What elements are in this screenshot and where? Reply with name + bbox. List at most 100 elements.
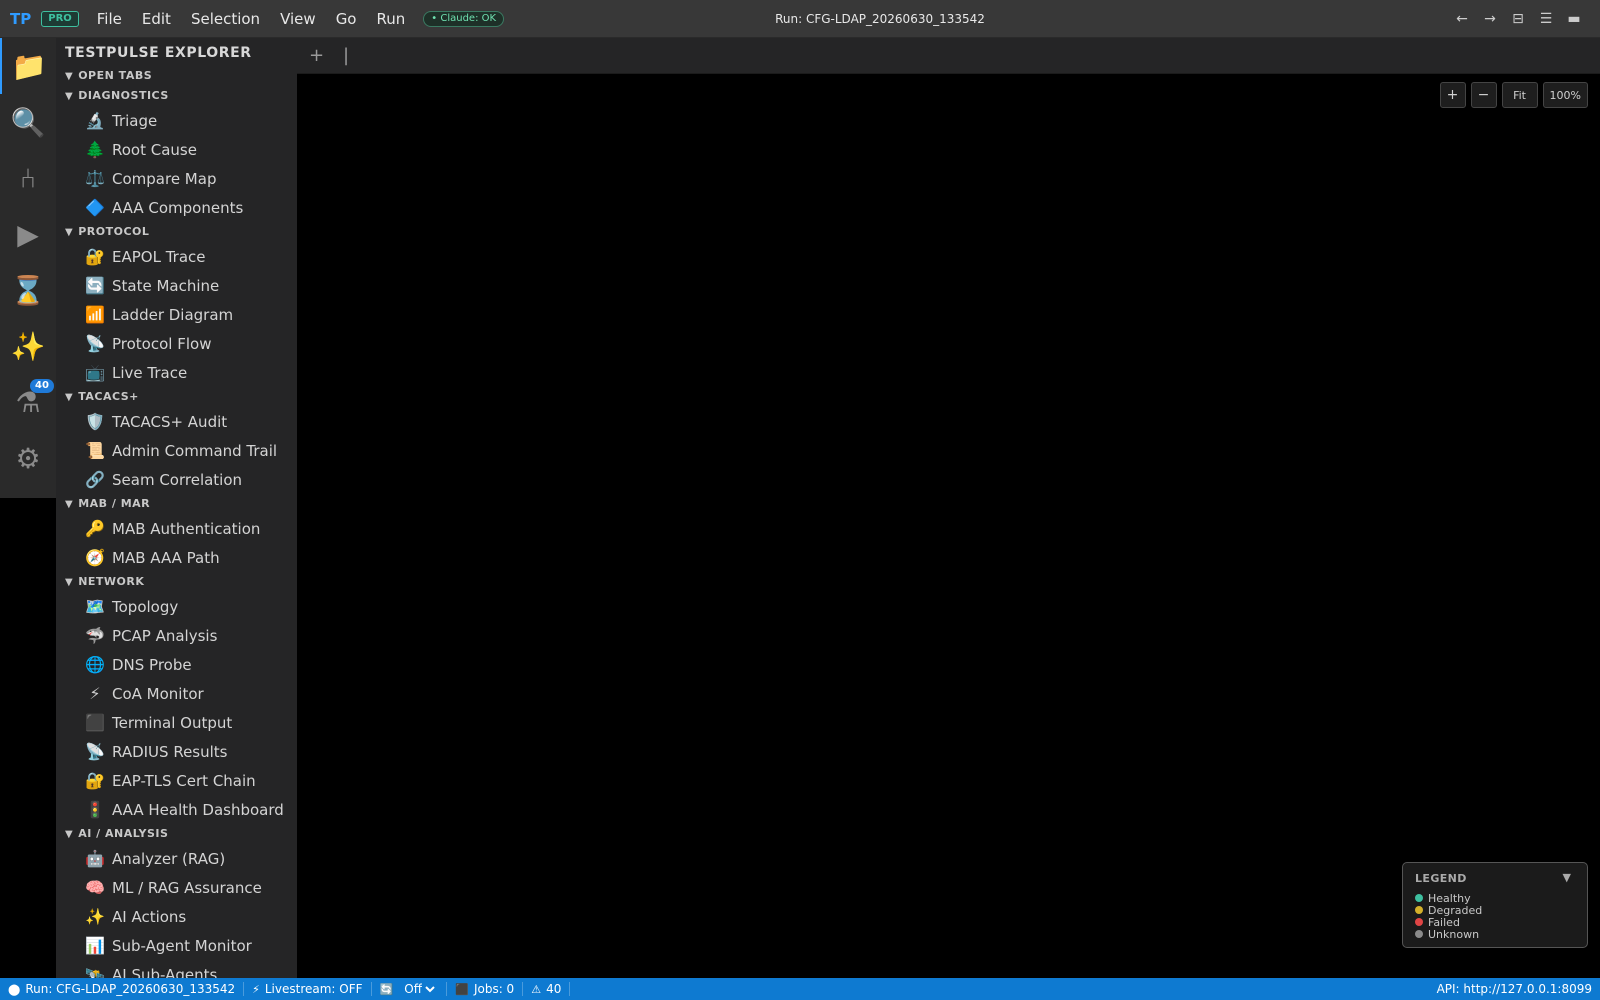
menu-edit[interactable]: Edit xyxy=(132,10,181,28)
sidebar-item-dns-probe[interactable]: 🌐 DNS Probe xyxy=(56,650,297,679)
status-livestream-label: Livestream: OFF xyxy=(264,982,363,996)
sidebar-item-tacacs-audit[interactable]: 🛡️ TACACS+ Audit xyxy=(56,407,297,436)
refresh-interval-select[interactable]: Off xyxy=(400,981,439,997)
menu-run[interactable]: Run xyxy=(367,10,416,28)
sidebar-item-root-cause[interactable]: 🌲 Root Cause xyxy=(56,135,297,164)
jobs-icon: ⬛ xyxy=(455,982,469,996)
legend-collapse-icon[interactable]: ▼ xyxy=(1563,871,1571,884)
section-header-ai-analysis[interactable]: ▼ AI / ANALYSIS xyxy=(56,824,297,844)
sidebar-sections: ▼ OPEN TABS ▼ DIAGNOSTICS 🔬 Triage 🌲 Root Cause… xyxy=(56,66,297,978)
sidebar-item-live-trace[interactable]: 📺 Live Trace xyxy=(56,358,297,387)
caret-down-icon: ▼ xyxy=(65,829,74,840)
status-warnings[interactable]: ⚠ 40 xyxy=(523,982,571,996)
menu-selection[interactable]: Selection xyxy=(181,10,270,28)
status-run[interactable]: ⬤ Run: CFG-LDAP_20260630_133542 xyxy=(0,982,245,996)
zoom-reset-button[interactable]: 100% xyxy=(1542,82,1588,108)
sidebar-item-state-machine[interactable]: 🔄 State Machine xyxy=(56,271,297,300)
topology-icon: 🗺️ xyxy=(85,597,105,616)
sidebar-item-ai-actions[interactable]: ✨ AI Actions xyxy=(56,902,297,931)
pro-badge: PRO xyxy=(41,10,79,27)
split-layout-icon[interactable]: ⊟ xyxy=(1504,11,1532,27)
sidebar-item-ai-sub-agents[interactable]: 🛰️ AI Sub-Agents xyxy=(56,960,297,978)
tacacs-audit-icon: 🛡️ xyxy=(85,412,105,431)
section-title: TACACS+ xyxy=(78,390,139,403)
sidebar-item-radius-results[interactable]: 📡 RADIUS Results xyxy=(56,737,297,766)
status-jobs[interactable]: ⬛ Jobs: 0 xyxy=(447,982,524,996)
sidebar-item-mab-aaa-path[interactable]: 🧭 MAB AAA Path xyxy=(56,543,297,572)
sidebar-item-protocol-flow[interactable]: 📡 Protocol Flow xyxy=(56,329,297,358)
activity-tests[interactable]: ⚗ 40 xyxy=(0,374,56,430)
forward-arrow-icon[interactable]: → xyxy=(1476,11,1504,27)
activity-search[interactable]: 🔍 xyxy=(0,94,56,150)
sidebar-item-coa-monitor[interactable]: ⚡ CoA Monitor xyxy=(56,679,297,708)
activity-source-control[interactable]: ⑃ xyxy=(0,150,56,206)
menu-file[interactable]: File xyxy=(87,10,132,28)
sidebar-item-analyzer-rag[interactable]: 🤖 Analyzer (RAG) xyxy=(56,844,297,873)
activity-explorer[interactable]: 📁 xyxy=(0,38,56,94)
sidebar-item-eap-tls-cert-chain[interactable]: 🔐 EAP-TLS Cert Chain xyxy=(56,766,297,795)
section-header-tacacs[interactable]: ▼ TACACS+ xyxy=(56,387,297,407)
sidebar-item-label: Topology xyxy=(112,597,179,616)
sidebar-item-eapol-trace[interactable]: 🔐 EAPOL Trace xyxy=(56,242,297,271)
sidebar-item-sub-agent-monitor[interactable]: 📊 Sub-Agent Monitor xyxy=(56,931,297,960)
section-title: MAB / MAR xyxy=(78,497,151,510)
sidebar-item-label: Root Cause xyxy=(112,140,197,159)
eapol-trace-icon: 🔐 xyxy=(85,247,105,266)
legend-label: Unknown xyxy=(1428,927,1480,941)
legend-items: Healthy Degraded Failed Unknown xyxy=(1415,892,1575,941)
section-header-open-tabs[interactable]: ▼ OPEN TABS xyxy=(56,66,297,86)
fit-button[interactable]: Fit xyxy=(1501,82,1538,108)
sidebar-item-compare-map[interactable]: ⚖️ Compare Map xyxy=(56,164,297,193)
sidebar-item-aaa-health-dashboard[interactable]: 🚦 AAA Health Dashboard xyxy=(56,795,297,824)
menu-icon[interactable]: ☰ xyxy=(1532,11,1560,27)
sidebar-item-topology[interactable]: 🗺️ Topology xyxy=(56,592,297,621)
legend-title: LEGEND xyxy=(1415,872,1467,885)
sidebar-item-label: MAB AAA Path xyxy=(112,548,220,567)
state-machine-icon: 🔄 xyxy=(85,276,105,295)
sidebar-item-label: PCAP Analysis xyxy=(112,626,218,645)
section-header-protocol[interactable]: ▼ PROTOCOL xyxy=(56,222,297,242)
back-arrow-icon[interactable]: ← xyxy=(1448,11,1476,27)
sidebar-item-pcap-analysis[interactable]: 🦈 PCAP Analysis xyxy=(56,621,297,650)
sidebar-item-ladder-diagram[interactable]: 📶 Ladder Diagram xyxy=(56,300,297,329)
status-dot-icon xyxy=(1415,918,1423,926)
zoom-in-button[interactable]: + xyxy=(1439,82,1466,108)
sidebar-item-terminal-output[interactable]: ⬛ Terminal Output xyxy=(56,708,297,737)
aaa-health-dashboard-icon: 🚦 xyxy=(85,800,105,819)
activity-history[interactable]: ⌛ xyxy=(0,262,56,318)
zoom-out-button[interactable]: − xyxy=(1470,82,1497,108)
sidebar-item-mab-authentication[interactable]: 🔑 MAB Authentication xyxy=(56,514,297,543)
sidebar-item-aaa-components[interactable]: 🔷 AAA Components xyxy=(56,193,297,222)
protocol-flow-icon: 📡 xyxy=(85,334,105,353)
section-header-diagnostics[interactable]: ▼ DIAGNOSTICS xyxy=(56,86,297,106)
sidebar-item-admin-command-trail[interactable]: 📜 Admin Command Trail xyxy=(56,436,297,465)
sidebar-item-label: TACACS+ Audit xyxy=(112,412,228,431)
activity-settings[interactable]: ⚙ xyxy=(0,430,56,486)
dns-probe-icon: 🌐 xyxy=(85,655,105,674)
pcap-analysis-icon: 🦈 xyxy=(85,626,105,645)
triage-icon: 🔬 xyxy=(85,111,105,130)
section-header-mab-mar[interactable]: ▼ MAB / MAR xyxy=(56,494,297,514)
sidebar-item-triage[interactable]: 🔬 Triage xyxy=(56,106,297,135)
status-refresh: 🔄 Off xyxy=(372,981,448,997)
menu-view[interactable]: View xyxy=(270,10,326,28)
sidebar-item-label: AI Actions xyxy=(112,907,187,926)
record-icon: ⬤ xyxy=(8,982,21,996)
compare-map-icon: ⚖️ xyxy=(85,169,105,188)
sidebar-item-seam-correlation[interactable]: 🔗 Seam Correlation xyxy=(56,465,297,494)
activity-ai[interactable]: ✨ xyxy=(0,318,56,374)
section-header-network[interactable]: ▼ NETWORK xyxy=(56,572,297,592)
menu-go[interactable]: Go xyxy=(326,10,367,28)
root-cause-icon: 🌲 xyxy=(85,140,105,159)
search-icon: 🔍 xyxy=(10,105,46,139)
activity-run[interactable]: ▶ xyxy=(0,206,56,262)
status-api-url[interactable]: API: http://127.0.0.1:8099 xyxy=(1429,982,1600,996)
add-tab-button[interactable]: + xyxy=(309,45,329,66)
panel-icon[interactable]: ▬ xyxy=(1560,11,1588,27)
status-run-label: Run: CFG-LDAP_20260630_133542 xyxy=(25,982,236,996)
sidebar-item-label: AAA Health Dashboard xyxy=(112,800,284,819)
status-livestream[interactable]: ⚡ Livestream: OFF xyxy=(244,982,372,996)
main-canvas[interactable]: + − Fit 100% LEGEND ▼ Healthy Degraded Fai… xyxy=(297,74,1600,978)
warning-icon: ⚠ xyxy=(531,982,542,996)
sidebar-item-ml-rag-assurance[interactable]: 🧠 ML / RAG Assurance xyxy=(56,873,297,902)
